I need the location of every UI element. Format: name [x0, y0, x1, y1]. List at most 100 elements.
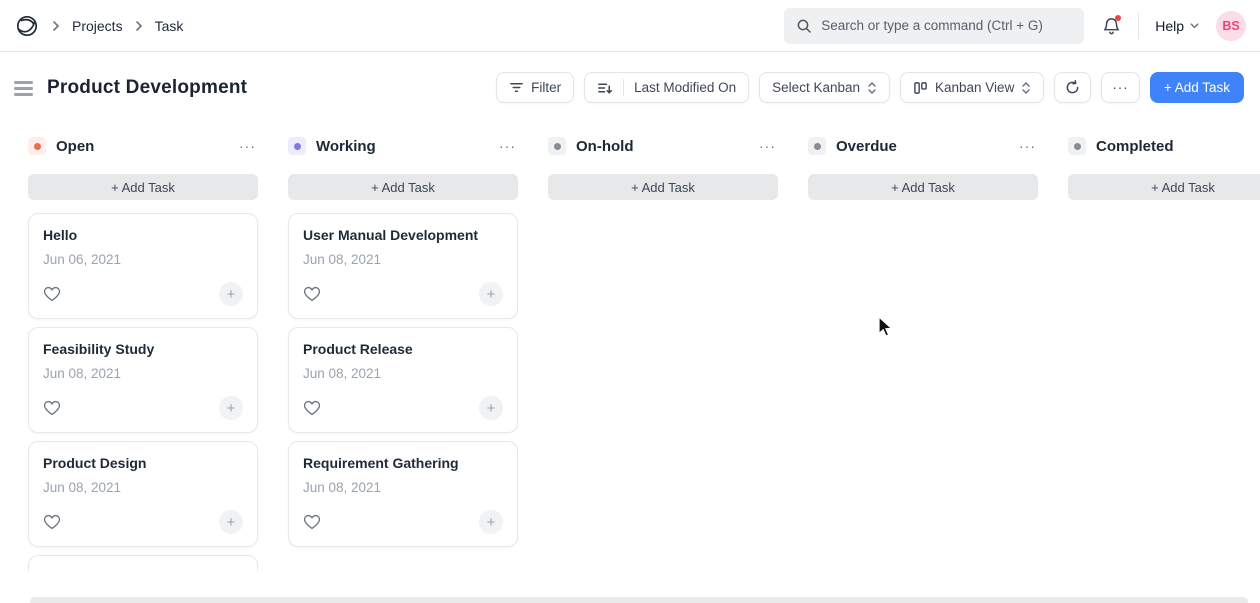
column-title: On-hold [576, 138, 633, 155]
breadcrumb-projects[interactable]: Projects [72, 18, 123, 34]
task-due-date: Jun 08, 2021 [303, 252, 503, 267]
task-due-date: Jun 06, 2021 [43, 252, 243, 267]
column-add-task-button[interactable]: + Add Task [28, 174, 258, 200]
column-add-task-button[interactable]: + Add Task [808, 174, 1038, 200]
sort-value-label: Last Modified On [634, 80, 736, 95]
more-options-button[interactable]: ··· [1101, 72, 1140, 103]
more-options-icon: ··· [1112, 80, 1129, 95]
column-menu-icon[interactable]: ··· [497, 138, 518, 154]
quick-add-button[interactable]: + [219, 396, 243, 420]
heart-icon [43, 400, 61, 416]
task-card[interactable]: Feasibility Study Jun 08, 2021 + [28, 327, 258, 433]
favorite-button[interactable] [303, 512, 323, 532]
task-card[interactable]: Requirement Gathering Jun 08, 2021 + [288, 441, 518, 547]
help-label: Help [1155, 18, 1184, 34]
state-dot [294, 143, 301, 150]
favorite-button[interactable] [303, 284, 323, 304]
task-card-partial[interactable] [28, 555, 258, 571]
column-completed: Completed ··· + Add Task [1068, 133, 1260, 603]
column-title: Overdue [836, 138, 897, 155]
favorite-button[interactable] [303, 398, 323, 418]
task-title: Feasibility Study [43, 341, 243, 357]
quick-add-button[interactable]: + [219, 282, 243, 306]
state-badge [548, 137, 566, 155]
column-open: Open ··· + Add Task Hello Jun 06, 2021 +… [28, 133, 258, 603]
chevron-up-down-icon [867, 81, 877, 95]
column-add-task-button[interactable]: + Add Task [288, 174, 518, 200]
state-dot [814, 143, 821, 150]
heart-icon [303, 400, 321, 416]
column-menu-icon[interactable]: ··· [1017, 138, 1038, 154]
filter-icon [509, 81, 524, 94]
favorite-button[interactable] [43, 284, 63, 304]
quick-add-button[interactable]: + [479, 396, 503, 420]
task-title: Product Release [303, 341, 503, 357]
notification-dot [1115, 15, 1121, 21]
add-task-button[interactable]: + Add Task [1150, 72, 1244, 103]
column-on-hold: On-hold ··· + Add Task [548, 133, 778, 603]
state-dot [1074, 143, 1081, 150]
refresh-icon [1065, 80, 1080, 95]
search-input[interactable]: Search or type a command (Ctrl + G) [784, 8, 1084, 44]
refresh-button[interactable] [1054, 72, 1091, 103]
column-working: Working ··· + Add Task User Manual Devel… [288, 133, 518, 603]
task-card[interactable]: Product Design Jun 08, 2021 + [28, 441, 258, 547]
column-add-task-button[interactable]: + Add Task [1068, 174, 1260, 200]
chevron-right-icon [133, 20, 145, 32]
column-title: Open [56, 138, 94, 155]
heart-icon [43, 286, 61, 302]
task-due-date: Jun 08, 2021 [43, 366, 243, 381]
state-badge [288, 137, 306, 155]
button-divider [623, 79, 624, 96]
quick-add-button[interactable]: + [219, 510, 243, 534]
filter-label: Filter [531, 80, 561, 95]
favorite-button[interactable] [43, 512, 63, 532]
select-kanban-dropdown[interactable]: Select Kanban [759, 72, 890, 103]
column-menu-icon[interactable]: ··· [237, 138, 258, 154]
task-title: User Manual Development [303, 227, 503, 243]
search-placeholder: Search or type a command (Ctrl + G) [821, 18, 1043, 33]
task-due-date: Jun 08, 2021 [303, 366, 503, 381]
project-header: Product Development Filter Last Modified… [0, 52, 1260, 121]
notifications-button[interactable] [1100, 15, 1122, 37]
select-kanban-label: Select Kanban [772, 80, 860, 95]
task-card[interactable]: Hello Jun 06, 2021 + [28, 213, 258, 319]
breadcrumb-task[interactable]: Task [155, 18, 184, 34]
breadcrumb: Projects Task [14, 13, 183, 39]
sort-button[interactable]: Last Modified On [584, 72, 749, 103]
column-menu-icon[interactable]: ··· [757, 138, 778, 154]
menu-icon[interactable] [14, 79, 33, 96]
view-label: Kanban View [935, 80, 1014, 95]
state-badge [808, 137, 826, 155]
favorite-button[interactable] [43, 398, 63, 418]
state-dot [34, 143, 41, 150]
heart-icon [303, 514, 321, 530]
task-due-date: Jun 08, 2021 [43, 480, 243, 495]
heart-icon [43, 514, 61, 530]
help-menu[interactable]: Help [1155, 18, 1200, 34]
toolbar: Filter Last Modified On Select Kanban Ka… [496, 72, 1244, 103]
state-dot [554, 143, 561, 150]
task-title: Hello [43, 227, 243, 243]
horizontal-scrollbar[interactable] [30, 597, 1248, 603]
sort-descending-icon [597, 81, 613, 95]
task-card[interactable]: User Manual Development Jun 08, 2021 + [288, 213, 518, 319]
top-navigation-bar: Projects Task Search or type a command (… [0, 0, 1260, 52]
chevron-right-icon [50, 20, 62, 32]
chevron-down-icon [1189, 20, 1200, 31]
task-due-date: Jun 08, 2021 [303, 480, 503, 495]
avatar[interactable]: BS [1216, 11, 1246, 41]
column-add-task-button[interactable]: + Add Task [548, 174, 778, 200]
topbar-divider [1138, 13, 1139, 39]
task-card[interactable]: Product Release Jun 08, 2021 + [288, 327, 518, 433]
state-badge [28, 137, 46, 155]
filter-button[interactable]: Filter [496, 72, 574, 103]
quick-add-button[interactable]: + [479, 282, 503, 306]
chevron-up-down-icon [1021, 81, 1031, 95]
view-selector-dropdown[interactable]: Kanban View [900, 72, 1044, 103]
kanban-view-icon [913, 81, 928, 95]
column-title: Working [316, 138, 376, 155]
app-logo[interactable] [14, 13, 40, 39]
quick-add-button[interactable]: + [479, 510, 503, 534]
kanban-board: Open ··· + Add Task Hello Jun 06, 2021 +… [0, 121, 1260, 603]
